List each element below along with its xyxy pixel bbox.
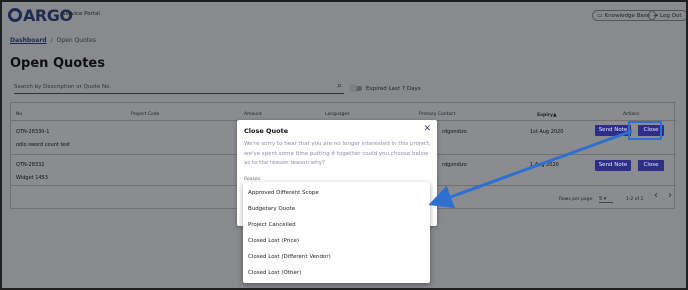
next-page-icon[interactable]: › [668, 190, 672, 201]
col-header-project-code[interactable]: Project Code [131, 112, 159, 117]
row2-close-button[interactable]: Close [638, 160, 664, 171]
breadcrumb-dashboard-link[interactable]: Dashboard [10, 37, 47, 44]
row2-quote-no[interactable]: QTN-28332 [16, 162, 44, 168]
search-placeholder: Search by Description or Quote No. [14, 84, 112, 90]
modal-title: Close Quote [244, 127, 289, 135]
logout-button[interactable]: ⇥ Log Out [648, 10, 686, 21]
book-icon: ▭ [597, 12, 603, 19]
row2-expiry: 1 Aug 2020 [530, 162, 559, 168]
row2-send-note-button[interactable]: Send Note [595, 160, 631, 171]
close-icon[interactable]: ✕ [423, 124, 431, 134]
caret-down-icon: ▾ [603, 196, 607, 202]
sort-up-icon: ▲ [552, 112, 557, 118]
reason-dropdown: Approved Different Scope Budgetary Quote… [243, 182, 430, 283]
rows-per-page-select[interactable]: 5 ▾ [599, 196, 613, 203]
reason-option[interactable]: Closed Lost (Different Vendor) [248, 254, 331, 260]
reason-option[interactable]: Closed Lost (Other) [248, 270, 301, 276]
breadcrumb: Dashboard / Open Quotes [10, 37, 96, 44]
col-header-primary-contact[interactable]: Primary Contact [419, 112, 455, 117]
top-header: ARGO Service Portal ▭ Knowledge Base ⇥ Log… [2, 2, 686, 29]
reason-option[interactable]: Budgetary Quote [248, 206, 295, 212]
row1-description: odio sword count test [16, 142, 71, 148]
expiry-header-label: Expiry [537, 113, 553, 118]
logout-label: Log Out [660, 13, 682, 19]
row1-quote-no[interactable]: QTN-28330-1 [16, 129, 49, 135]
breadcrumb-current: Open Quotes [56, 37, 96, 44]
app-window: ARGO Service Portal ▭ Knowledge Base ⇥ Log… [2, 2, 686, 288]
col-header-amount[interactable]: Amount [244, 112, 262, 117]
reason-option[interactable]: Closed Lost (Price) [248, 238, 299, 244]
search-icon[interactable]: ⌕ [337, 81, 342, 92]
knowledge-base-button[interactable]: ▭ Knowledge Base [592, 10, 657, 21]
row2-description: Widget 1453 [16, 175, 48, 181]
reason-option[interactable]: Project Cancelled [248, 222, 296, 228]
page-title: Open Quotes [10, 56, 105, 71]
page-range: 1-2 of 2 [626, 197, 644, 202]
row1-contact: rdgondizo [442, 129, 467, 135]
logout-icon: ⇥ [653, 12, 659, 19]
expired-toggle[interactable] [349, 84, 362, 92]
col-header-languages[interactable]: Languages [325, 112, 350, 117]
modal-message: We're sorry to hear that you are no long… [244, 141, 431, 166]
col-header-actions: Actions [623, 112, 640, 117]
search-input[interactable]: Search by Description or Quote No. ⌕ [14, 81, 344, 94]
row1-expiry: 1st Aug 2020 [530, 129, 564, 135]
col-header-no[interactable]: No [16, 112, 22, 117]
rows-per-page-label: Rows per page: [559, 197, 594, 202]
knowledge-base-label: Knowledge Base [604, 13, 651, 19]
row2-contact: rdgondizo [442, 162, 467, 168]
row1-send-note-button[interactable]: Send Note [595, 125, 631, 136]
logo-ring-icon [8, 8, 22, 22]
expired-toggle-label: Expired Last 7 Days [366, 86, 421, 92]
breadcrumb-separator: / [50, 37, 53, 44]
portal-label: Service Portal [62, 11, 100, 17]
prev-page-icon[interactable]: ‹ [654, 190, 658, 201]
col-header-expiry[interactable]: Expiry▲ [537, 112, 557, 118]
close-button-highlight [628, 121, 662, 140]
rows-per-page-value: 5 [599, 196, 603, 202]
reason-option[interactable]: Approved Different Scope [248, 190, 319, 196]
